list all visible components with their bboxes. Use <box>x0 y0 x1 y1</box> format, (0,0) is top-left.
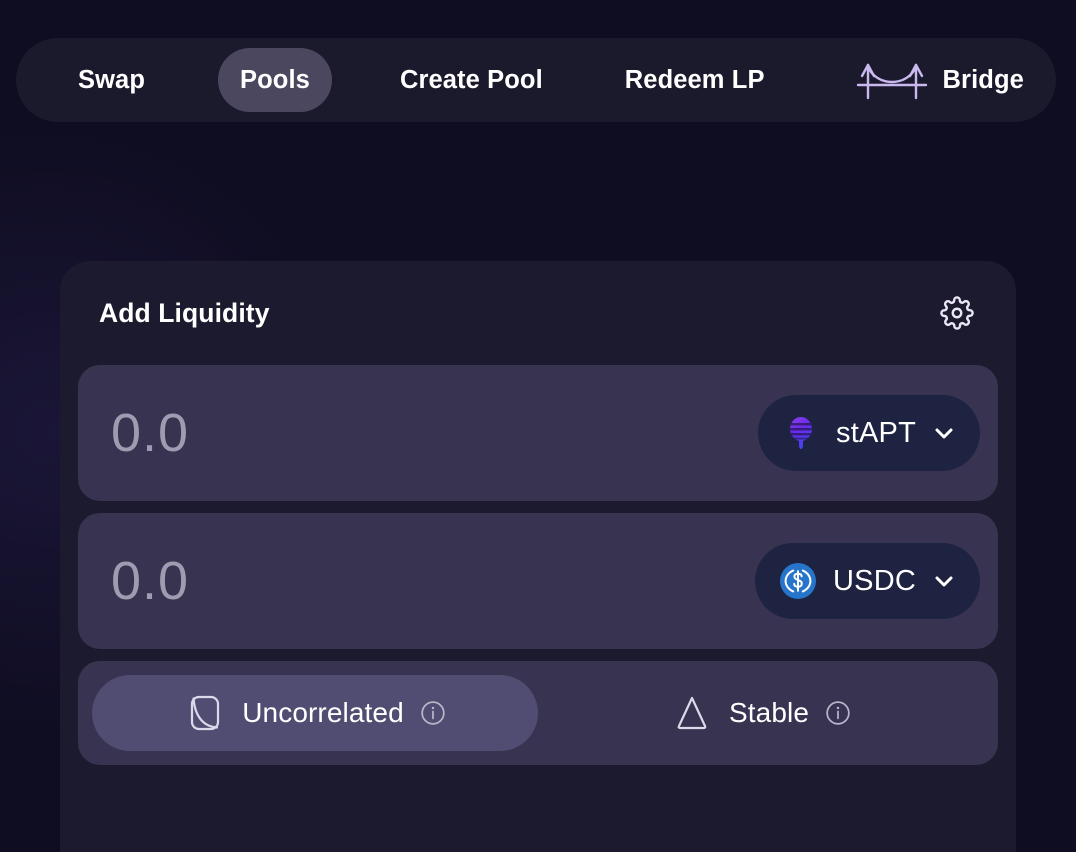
pool-type-selector: Uncorrelated Stable <box>78 661 998 765</box>
nav-item-redeem-lp-label: Redeem LP <box>624 65 765 94</box>
pool-type-label-stable: Stable <box>729 697 809 728</box>
token-input-row-1: stAPT <box>78 365 998 501</box>
amount-input-1[interactable] <box>111 402 651 464</box>
nav-item-swap[interactable]: Swap <box>56 48 167 112</box>
nav-item-create-pool-label: Create Pool <box>399 65 543 94</box>
card-header: Add Liquidity <box>60 261 1016 365</box>
nav-item-pools[interactable]: Pools <box>218 48 332 112</box>
add-liquidity-card: Add Liquidity 0.0 stAPT 0.0 USDC Uncorre… <box>60 261 1016 852</box>
bridge-icon <box>856 63 927 100</box>
token-symbol-1: stAPT <box>836 416 916 449</box>
token-symbol-2: USDC <box>833 564 916 597</box>
chevron-down-icon <box>935 576 953 587</box>
uncorrelated-curve-icon <box>191 695 220 731</box>
nav-item-create-pool[interactable]: Create Pool <box>378 48 565 112</box>
pool-type-label-uncorrelated: Uncorrelated <box>242 697 404 728</box>
nav-item-pools-label: Pools <box>240 65 310 94</box>
chevron-down-icon <box>935 428 953 439</box>
settings-button[interactable] <box>937 293 977 333</box>
main-navigation: Swap Pools Create Pool Redeem LP Bridge <box>16 38 1056 122</box>
token-selector-1[interactable]: stAPT <box>758 395 980 471</box>
page-title: Add Liquidity <box>99 297 270 328</box>
stable-triangle-icon <box>677 696 707 730</box>
nav-item-bridge-label: Bridge <box>942 65 1024 94</box>
nav-item-redeem-lp[interactable]: Redeem LP <box>603 48 787 112</box>
nav-item-swap-label: Swap <box>78 65 146 94</box>
pool-type-option-stable[interactable]: Stable <box>538 675 984 751</box>
gear-icon <box>940 296 974 330</box>
nav-item-bridge[interactable]: Bridge <box>833 48 1046 112</box>
token-selector-2[interactable]: USDC <box>755 543 980 619</box>
info-icon[interactable] <box>825 700 851 726</box>
pool-type-option-uncorrelated[interactable]: Uncorrelated <box>92 675 538 751</box>
token-input-row-2: USDC <box>78 513 998 649</box>
usdc-logo-icon <box>780 563 817 599</box>
amount-input-2[interactable] <box>111 550 651 612</box>
stapt-logo-icon <box>790 417 813 449</box>
info-icon[interactable] <box>420 700 446 726</box>
